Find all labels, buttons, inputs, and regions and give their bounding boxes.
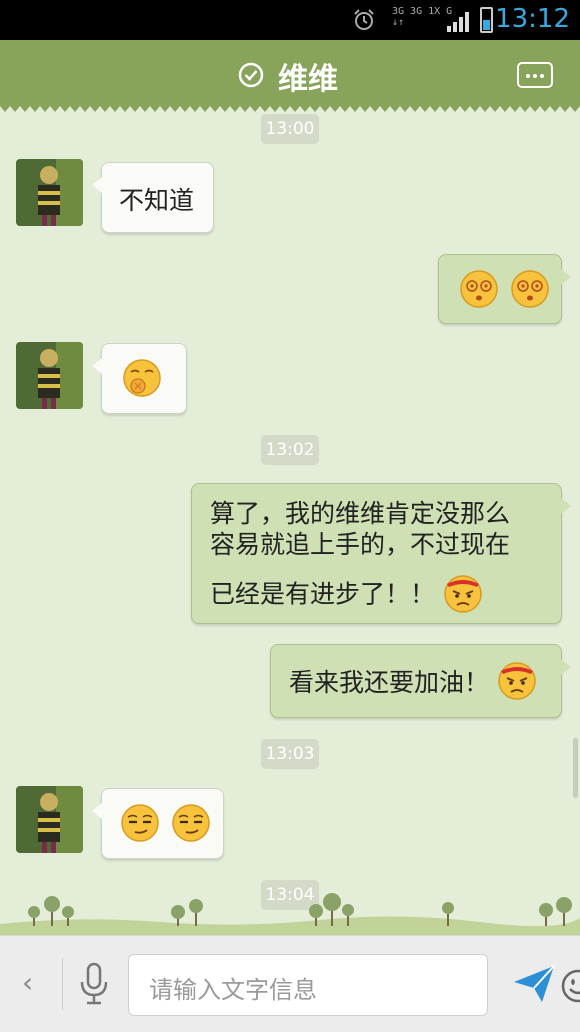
alarm-icon: [354, 9, 374, 30]
timestamp: 13:02: [261, 435, 319, 465]
send-icon[interactable]: [512, 962, 556, 1006]
message-text-line: 已经是有进步了！！: [210, 579, 436, 609]
message-text: 看来我还要加油！: [289, 668, 490, 697]
shy-face-emoji-icon: [123, 359, 161, 397]
chat-area[interactable]: 13:00 不知道 13:02 算了，我的维维肯定没那么 容易就追上手的，不过现…: [0, 106, 580, 935]
network-indicator: 3G 3G 1X G ↓↑: [392, 6, 452, 28]
input-bar: ‹ 请输入文字信息: [0, 935, 580, 1032]
timestamp: 13:03: [261, 739, 319, 769]
angry-face-emoji-icon: [498, 662, 536, 700]
message-input-placeholder: 请输入文字信息: [149, 976, 317, 1004]
message-bubble-incoming[interactable]: [92, 343, 187, 414]
message-bubble-outgoing[interactable]: [438, 254, 571, 324]
more-icon: [526, 74, 530, 78]
avatar[interactable]: [16, 159, 83, 226]
message-input[interactable]: 请输入文字信息: [128, 954, 580, 1016]
status-bar: 3G 3G 1X G ↓↑ 13:12: [0, 0, 580, 40]
avatar[interactable]: [16, 342, 83, 409]
dizzy-face-emoji-icon: [511, 270, 549, 308]
message-text: 不知道: [119, 186, 195, 215]
message-bubble-incoming[interactable]: [92, 788, 224, 859]
back-arrow-icon[interactable]: ‹: [22, 966, 33, 999]
chat-title: 维维: [278, 62, 338, 97]
divider: [62, 958, 63, 1010]
status-time: 13:12: [495, 4, 570, 34]
signal-icon: [447, 12, 469, 32]
smug-face-emoji-icon: [172, 804, 210, 842]
emoji-picker-icon[interactable]: [561, 969, 580, 1003]
message-text-line: 算了，我的维维肯定没那么: [210, 499, 511, 528]
timestamp: 13:00: [261, 114, 319, 144]
scenery-decoration: [0, 893, 580, 936]
smug-face-emoji-icon: [121, 804, 159, 842]
avatar[interactable]: [16, 786, 83, 853]
microphone-icon[interactable]: [78, 962, 110, 1006]
message-bubble-incoming[interactable]: 不知道: [92, 162, 214, 233]
network-activity-label: ↓↑: [392, 17, 405, 28]
network-type-label: 3G 3G 1X G: [392, 6, 453, 17]
message-bubble-outgoing[interactable]: 看来我还要加油！: [270, 644, 571, 718]
battery-icon: [480, 7, 493, 33]
chat-header: 维维: [0, 40, 580, 112]
dizzy-face-emoji-icon: [460, 270, 498, 308]
angry-face-emoji-icon: [444, 575, 482, 613]
scrollbar[interactable]: [573, 738, 578, 798]
message-bubble-outgoing[interactable]: 算了，我的维维肯定没那么 容易就追上手的，不过现在 已经是有进步了！！: [191, 483, 571, 624]
more-button[interactable]: [517, 62, 553, 88]
message-text-line: 容易就追上手的，不过现在: [210, 530, 511, 559]
